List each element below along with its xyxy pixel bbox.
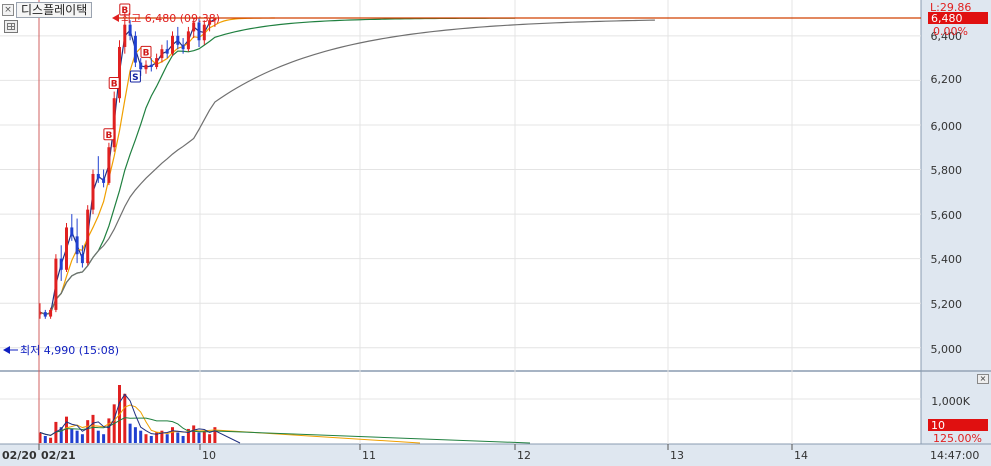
grid-icon[interactable] [4, 20, 18, 33]
price-tick: 5,200 [931, 298, 963, 311]
volume-bar [149, 435, 153, 443]
signal-label: B [105, 131, 112, 141]
volume-bar [165, 434, 169, 443]
candle-body [149, 64, 153, 68]
percent-label: 0.00% [933, 25, 968, 38]
volume-bar [192, 425, 196, 443]
low-annotation-text: 최저 4,990 (15:08) [20, 344, 119, 357]
candle-body [197, 22, 201, 41]
price-tick: 6,000 [931, 120, 963, 133]
signal-label: S [132, 73, 138, 83]
candle-body [54, 258, 58, 310]
date-label: 02/21 [41, 449, 76, 462]
candle-body [133, 35, 137, 63]
price-tick: 5,000 [931, 343, 963, 356]
candle-body [59, 258, 63, 270]
volume-bar [65, 416, 68, 443]
volume-bar [96, 430, 100, 443]
candle-body [171, 35, 174, 54]
volume-percent: 125.00% [933, 432, 982, 445]
time-label: 12 [517, 449, 531, 462]
volume-bar [176, 432, 180, 443]
low-annotation: 최저 4,990 (15:08) [3, 344, 119, 357]
candle-body [128, 24, 132, 36]
time-label: 13 [670, 449, 684, 462]
candle-body [102, 178, 106, 183]
candle-body [186, 31, 190, 50]
volume-bar [70, 428, 74, 443]
candle-body [96, 173, 100, 179]
volume-panel-close-icon[interactable]: × [977, 374, 989, 384]
candle-body [49, 309, 53, 317]
volume-tick: 1,000K [931, 395, 970, 408]
volume-bar [208, 434, 212, 443]
volume-bar [202, 430, 206, 443]
volume-bar [91, 414, 95, 443]
volume-bar [107, 418, 111, 443]
low-arrow-icon [3, 346, 10, 354]
candle-body [91, 173, 95, 210]
candlesticks [38, 18, 217, 319]
candle-body [70, 227, 74, 237]
candle-body [75, 236, 79, 255]
time-label: 11 [362, 449, 376, 462]
time-readout: 14:47:00 [930, 449, 979, 462]
price-tick: 6,200 [931, 73, 963, 86]
volume-badge-value: 10 [931, 419, 945, 432]
volume-bar [80, 434, 84, 443]
stock-chart: BBBSB 6,400 6,200 6,000 5,800 5,600 5,40… [0, 0, 991, 466]
chart-tab-label[interactable]: 디스플레이택 [16, 2, 93, 18]
volume-bar [133, 427, 137, 443]
time-label: 10 [202, 449, 216, 462]
candle-body [118, 46, 121, 99]
candle-body [144, 64, 148, 70]
candle-body [160, 49, 164, 59]
candle-body [181, 44, 185, 50]
candle-body [155, 58, 159, 68]
volume-bar [139, 430, 143, 443]
price-tick: 5,600 [931, 209, 963, 222]
candle-body [43, 312, 47, 317]
high-annotation: 최고 6,480 (09:38) [112, 12, 220, 25]
chart-tab[interactable]: × 디스플레이택 [2, 2, 93, 18]
candle-body [86, 209, 90, 264]
volume-bar [49, 437, 53, 443]
volume-bar [43, 435, 47, 443]
candle-body [65, 227, 68, 270]
candle-body [123, 24, 127, 47]
volume-bar [128, 423, 132, 443]
volume-bar [197, 432, 201, 443]
signal-label: B [143, 48, 150, 58]
moving-averages [39, 17, 655, 315]
high-arrow-icon [112, 14, 119, 22]
candle-body [176, 35, 180, 45]
volume-bar [75, 430, 79, 443]
grid-lines [0, 0, 921, 444]
price-tick: 5,800 [931, 164, 963, 177]
current-price-value: 6,480 [931, 12, 963, 25]
date-label: 02/20 [2, 449, 37, 462]
volume-bar [102, 434, 106, 443]
volume-bar [144, 434, 148, 443]
volume-bars [38, 385, 531, 444]
tab-close-icon[interactable]: × [2, 4, 14, 16]
candle-body [165, 49, 169, 54]
volume-bar [86, 420, 90, 443]
candle-body [80, 254, 84, 264]
signal-label: B [111, 80, 118, 90]
volume-bar [181, 435, 185, 443]
price-axis-panel [921, 0, 991, 370]
volume-bar [171, 427, 174, 443]
candle-body [107, 147, 111, 183]
chart-canvas: BBBSB 6,400 6,200 6,000 5,800 5,600 5,40… [0, 0, 991, 466]
time-label: 14 [794, 449, 808, 462]
candle-body [139, 62, 143, 70]
time-axis-panel [0, 444, 991, 466]
price-tick: 5,400 [931, 253, 963, 266]
candle-body [202, 24, 206, 41]
high-annotation-text: 최고 6,480 (09:38) [121, 12, 220, 25]
